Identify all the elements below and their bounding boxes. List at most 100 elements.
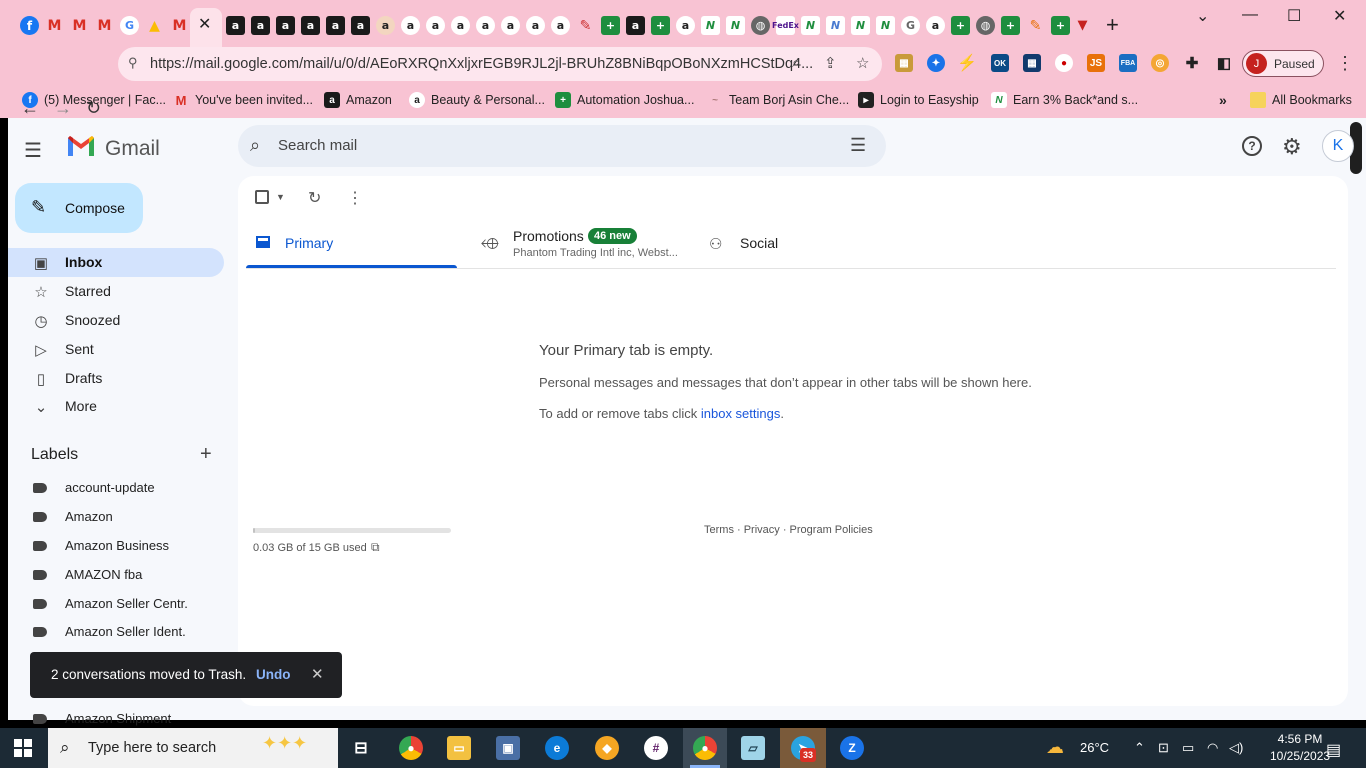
external-link-icon[interactable]: ⧉ [371,540,380,555]
camera-icon[interactable]: ⊡ [1158,740,1169,756]
more-options-icon[interactable]: ⋮ [347,188,363,208]
label-item[interactable]: Amazon Seller Ident. [65,624,186,639]
task-view-icon[interactable]: ⊟ [349,736,373,760]
system-clock[interactable]: 4:56 PM 10/25/2023 [1270,731,1330,765]
amazon-tab-icon[interactable]: a [626,16,645,35]
main-menu-icon[interactable]: ☰ [24,138,42,163]
amazon-tab-icon[interactable]: a [251,16,270,35]
label-item[interactable]: Amazon Seller Centr. [65,596,188,611]
battery-icon[interactable]: ▭ [1182,740,1194,756]
amazon-tab-icon[interactable]: a [476,16,495,35]
drive-tab-icon[interactable]: ▲ [145,16,164,35]
file-explorer-icon[interactable]: ▭ [447,736,471,760]
search-options-icon[interactable]: ☰ [850,135,866,156]
notifications-icon[interactable]: ▤ [1326,740,1341,760]
volume-icon[interactable]: ◁) [1229,740,1243,756]
label-item[interactable]: account-update [65,480,155,495]
notes-app-icon[interactable]: ▱ [741,736,765,760]
arrow-tab-icon[interactable]: ▼ [1073,16,1092,35]
amazon-tab-icon[interactable]: a [376,16,395,35]
edge-icon[interactable]: e [545,736,569,760]
facebook-tab-icon[interactable]: f [20,16,39,35]
url-text[interactable]: https://mail.google.com/mail/u/0/d/AEoRX… [150,56,813,72]
sheets-tab-icon[interactable]: + [1051,16,1070,35]
extension-icon[interactable]: ▦ [895,54,913,72]
refresh-icon[interactable]: ↻ [308,188,321,208]
brush-tab-icon[interactable]: ✎ [576,16,595,35]
rebate-tab-icon[interactable]: N [826,16,845,35]
weather-temp[interactable]: 26°C [1080,740,1109,755]
label-item[interactable]: Amazon [65,509,113,524]
maximize-icon[interactable]: ☐ [1287,6,1301,26]
tab-social[interactable]: Social [740,235,778,251]
globe-tab-icon[interactable]: ◍ [751,16,770,35]
bookmarks-overflow-button[interactable]: » [1219,92,1227,108]
side-panel-icon[interactable]: ◧ [1215,54,1233,72]
amazon-tab-icon[interactable]: a [226,16,245,35]
extension-icon[interactable]: FBA [1119,54,1137,72]
all-bookmarks-button[interactable]: All Bookmarks [1250,92,1352,108]
site-info-icon[interactable]: ⚲ [128,55,138,71]
gmail-tab-icon[interactable]: M [70,16,89,35]
label-item[interactable]: AMAZON fba [65,567,142,582]
pencil-tab-icon[interactable]: ✎ [1026,16,1045,35]
bookmark-item[interactable]: M You've been invited... [173,92,313,108]
gmail-tab-icon[interactable]: M [95,16,114,35]
select-dropdown-icon[interactable]: ▼ [276,192,285,202]
share-icon[interactable]: ⇪ [824,54,837,72]
sheets-tab-icon[interactable]: + [601,16,620,35]
bookmark-item[interactable]: a Beauty & Personal... [409,92,545,108]
rebate-tab-icon[interactable]: N [876,16,895,35]
tab-promotions[interactable]: Promotions [513,228,584,244]
tab-primary[interactable]: Primary [285,235,333,251]
search-input[interactable] [278,137,778,154]
minimize-icon[interactable]: — [1242,6,1258,24]
extension-icon[interactable]: ● [1055,54,1073,72]
rebate-tab-icon[interactable]: N [851,16,870,35]
rebate-tab-icon[interactable]: N [726,16,745,35]
sheets-tab-icon[interactable]: + [651,16,670,35]
zoom-search-icon[interactable]: ⌕ [792,54,800,71]
globe-tab-icon[interactable]: ◍ [976,16,995,35]
amazon-tab-icon[interactable]: a [526,16,545,35]
extension-icon[interactable]: JS [1087,54,1105,72]
footer-links[interactable]: Terms · Privacy · Program Policies [704,524,873,536]
gmail-wordmark[interactable]: Gmail [105,137,160,161]
extension-icon[interactable]: ▦ [1023,54,1041,72]
inbox-settings-link[interactable]: inbox settings [701,406,781,421]
help-icon[interactable]: ? [1242,136,1262,156]
amazon-tab-icon[interactable]: a [426,16,445,35]
gear-icon[interactable]: ⚙ [1282,134,1302,160]
vpn-icon[interactable]: ◆ [595,736,619,760]
menu-icon[interactable]: ⋮ [1336,53,1354,74]
puzzle-icon[interactable]: ✚ [1183,54,1201,72]
amazon-tab-icon[interactable]: a [676,16,695,35]
gmail-tab-icon[interactable]: M [170,16,189,35]
wifi-icon[interactable]: ◠ [1207,740,1218,756]
undo-button[interactable]: Undo [256,667,291,682]
windows-start-icon[interactable] [14,739,32,757]
sheets-tab-icon[interactable]: + [951,16,970,35]
weather-icon[interactable]: ☁ [1046,737,1064,758]
bookmark-star-icon[interactable]: ☆ [856,54,869,72]
slack-icon[interactable]: # [644,736,668,760]
bookmark-item[interactable]: N Earn 3% Back*and s... [991,92,1138,108]
chevron-up-icon[interactable]: ⌃ [1134,740,1145,756]
extension-icon[interactable]: ⚡ [957,54,977,72]
amazon-tab-icon[interactable]: a [276,16,295,35]
label-item[interactable]: Amazon Business [65,538,169,553]
new-tab-button[interactable]: + [1106,12,1119,38]
sheets-tab-icon[interactable]: + [1001,16,1020,35]
extension-icon[interactable]: ✦ [927,54,945,72]
amazon-tab-icon[interactable]: a [301,16,320,35]
amazon-tab-icon[interactable]: a [551,16,570,35]
account-avatar[interactable]: K [1322,130,1354,162]
chrome-profile-icon[interactable]: ● [693,736,717,760]
amazon-tab-icon[interactable]: a [926,16,945,35]
rebate-tab-icon[interactable]: N [701,16,720,35]
amazon-tab-icon[interactable]: a [351,16,370,35]
bookmark-item[interactable]: + Automation Joshua... [555,92,694,108]
amazon-tab-icon[interactable]: a [451,16,470,35]
amazon-tab-icon[interactable]: a [401,16,420,35]
extension-icon[interactable]: ◎ [1151,54,1169,72]
